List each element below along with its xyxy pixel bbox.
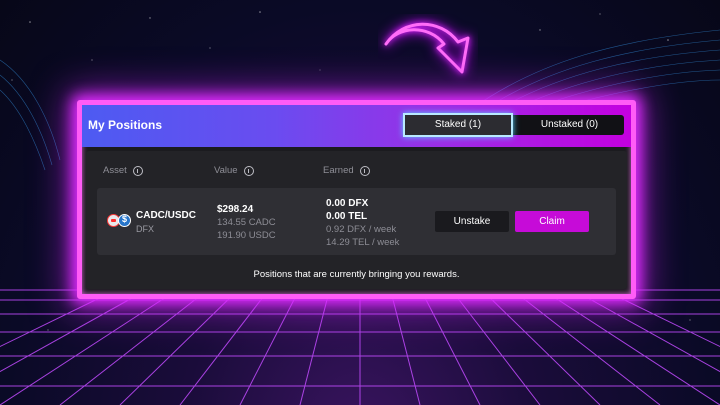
claim-button[interactable]: Claim — [515, 211, 589, 232]
token-pair-icons — [107, 213, 133, 229]
tab-staked[interactable]: Staked (1) — [405, 115, 511, 135]
info-icon[interactable] — [243, 165, 254, 176]
asset-name: CADC/USDC — [136, 210, 196, 221]
curved-arrow-icon — [384, 22, 470, 74]
column-header-earned: Earned — [323, 165, 370, 176]
positions-footer-note: Positions that are currently bringing yo… — [253, 269, 460, 280]
value-usdc: 191.90 USDC — [217, 230, 276, 241]
column-header-value: Value — [214, 165, 254, 176]
value-cadc: 134.55 CADC — [217, 217, 276, 228]
rate-dfx: 0.92 DFX / week — [326, 224, 397, 235]
info-icon[interactable] — [359, 165, 370, 176]
positions-header: My Positions Staked (1) Unstaked (0) — [82, 105, 631, 147]
tab-unstaked[interactable]: Unstaked (0) — [517, 115, 622, 135]
unstake-button[interactable]: Unstake — [435, 211, 509, 232]
page-title: My Positions — [88, 118, 163, 132]
position-tabs: Staked (1) Unstaked (0) — [404, 115, 624, 135]
positions-table: Asset Value Earned CADC/USDC DFX $298.24… — [86, 151, 627, 289]
info-icon[interactable] — [132, 165, 143, 176]
rate-tel: 14.29 TEL / week — [326, 237, 400, 248]
value-total: $298.24 — [217, 204, 254, 215]
column-header-asset: Asset — [103, 165, 143, 176]
positions-card: My Positions Staked (1) Unstaked (0) Ass… — [77, 100, 636, 299]
earned-dfx: 0.00 DFX — [326, 198, 369, 209]
table-row: CADC/USDC DFX $298.24 134.55 CADC 191.90… — [97, 188, 616, 255]
earned-tel: 0.00 TEL — [326, 211, 368, 222]
asset-protocol: DFX — [136, 224, 154, 234]
usdc-token-icon — [118, 214, 131, 227]
